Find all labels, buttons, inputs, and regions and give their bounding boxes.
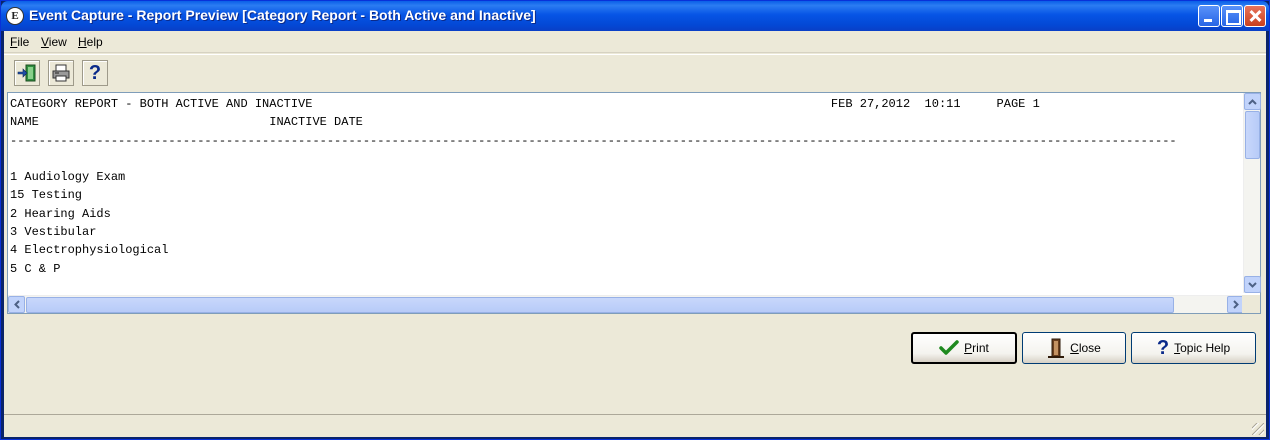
close-window-button[interactable] xyxy=(1244,5,1266,27)
scrollbar-corner xyxy=(1242,295,1260,313)
resize-grip[interactable] xyxy=(1252,423,1264,435)
horizontal-scroll-thumb[interactable] xyxy=(26,297,1174,313)
vertical-scrollbar[interactable] xyxy=(1243,93,1261,293)
exit-button[interactable] xyxy=(14,60,40,86)
client-area: File View Help ? CATEGORY REPORT - BOTH … xyxy=(4,31,1266,437)
toolbar: ? xyxy=(4,54,1266,87)
menu-help[interactable]: Help xyxy=(78,35,103,49)
vertical-scroll-thumb[interactable] xyxy=(1245,111,1260,159)
chevron-left-icon xyxy=(13,300,20,309)
close-button[interactable]: Close xyxy=(1022,332,1126,364)
close-button-label: Close xyxy=(1070,341,1101,355)
door-exit-icon xyxy=(1048,338,1065,358)
menu-file[interactable]: File xyxy=(10,35,29,49)
question-mark-icon: ? xyxy=(88,62,102,84)
print-button[interactable]: Print xyxy=(911,332,1017,364)
report-preview-window: E Event Capture - Report Preview [Catego… xyxy=(0,0,1270,440)
report-text: CATEGORY REPORT - BOTH ACTIVE AND INACTI… xyxy=(10,95,1236,291)
report-row: 5 C & P xyxy=(10,261,61,276)
menu-bar: File View Help xyxy=(4,31,1266,53)
status-bar xyxy=(4,414,1266,437)
scroll-left-button[interactable] xyxy=(8,296,25,313)
report-header-line-1: CATEGORY REPORT - BOTH ACTIVE AND INACTI… xyxy=(10,97,1040,111)
chevron-right-icon xyxy=(1232,300,1239,309)
minimize-button[interactable] xyxy=(1198,5,1220,27)
report-row: 4 Electrophysiological xyxy=(10,243,169,258)
print-button-label: Print xyxy=(964,341,989,355)
print-toolbar-button[interactable] xyxy=(48,60,74,86)
maximize-button[interactable] xyxy=(1221,5,1243,27)
report-row: 2 Hearing Aids xyxy=(10,206,111,221)
menu-view[interactable]: View xyxy=(41,35,67,49)
topic-help-button[interactable]: ? Topic Help xyxy=(1131,332,1256,364)
window-title: Event Capture - Report Preview [Category… xyxy=(29,7,536,23)
app-icon: E xyxy=(6,7,24,25)
topic-help-button-label: Topic Help xyxy=(1174,341,1231,355)
scroll-down-button[interactable] xyxy=(1244,276,1261,293)
printer-icon xyxy=(52,64,70,82)
chevron-down-icon xyxy=(1248,281,1257,288)
report-row: 3 Vestibular xyxy=(10,225,97,240)
chevron-up-icon xyxy=(1248,98,1257,105)
report-separator: ----------------------------------------… xyxy=(10,133,1177,148)
question-mark-icon: ? xyxy=(1156,337,1170,359)
report-row: 15 Testing xyxy=(10,188,83,203)
scroll-up-button[interactable] xyxy=(1244,93,1261,110)
title-bar[interactable]: E Event Capture - Report Preview [Catego… xyxy=(1,1,1269,31)
report-preview-pane[interactable]: CATEGORY REPORT - BOTH ACTIVE AND INACTI… xyxy=(7,92,1261,314)
horizontal-scrollbar[interactable] xyxy=(8,295,1244,313)
exit-door-icon xyxy=(17,64,36,82)
checkmark-icon xyxy=(939,340,959,355)
report-header-line-2: NAME INACTIVE DATE xyxy=(10,115,363,130)
report-blank-line: ​ xyxy=(10,150,1236,168)
help-toolbar-button[interactable]: ? xyxy=(82,60,108,86)
report-row: 1 Audiology Exam xyxy=(10,170,126,185)
